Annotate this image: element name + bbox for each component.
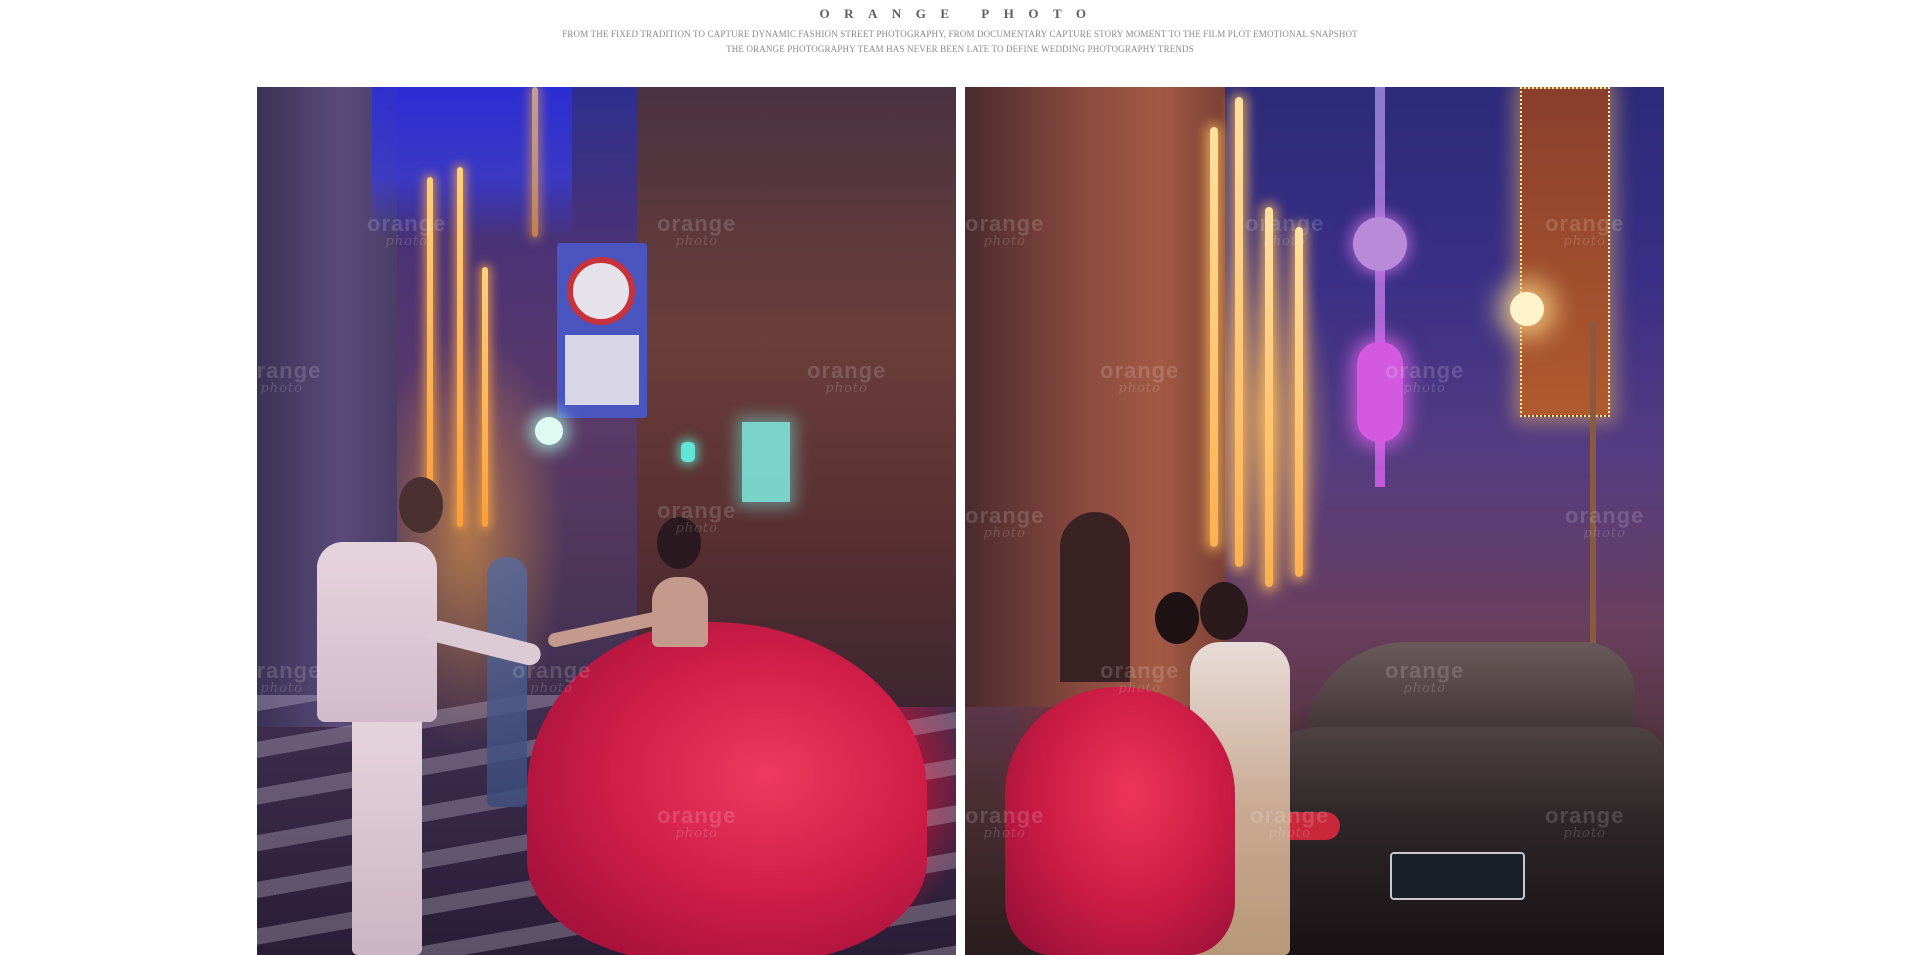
neon-light [1295,227,1303,577]
no-entry-sign [567,257,635,325]
watermark: orangephoto [657,498,737,537]
tagline-line-1: FROM THE FIXED TRADITION TO CAPTURE DYNA… [562,29,1358,39]
watermark: orangephoto [257,658,322,697]
watermark: orangephoto [1250,803,1330,842]
watermark: orangephoto [512,658,592,697]
watermark: orangephoto [1545,211,1625,250]
watermark: orangephoto [367,211,447,250]
neon-light [532,87,538,237]
watermark: orangephoto [965,211,1045,250]
tagline-line-2: THE ORANGE PHOTOGRAPHY TEAM HAS NEVER BE… [726,44,1194,54]
street-sign-text-panel [565,335,639,405]
pedestrian-signal [681,442,695,462]
groom-head [1200,582,1248,640]
neon-light [457,167,463,527]
groom-head [399,477,443,533]
watermark: orangephoto [657,211,737,250]
watermark: orangephoto [1385,358,1465,397]
watermark: orangephoto [807,358,887,397]
watermark: orangephoto [965,803,1045,842]
watermark: orangephoto [257,358,322,397]
traffic-light [535,417,563,445]
tv-tower-upper-sphere [1353,217,1407,271]
neon-light [1235,97,1243,567]
brand-title: ORANGE PHOTO [819,6,1101,21]
watermark: orangephoto [657,803,737,842]
gallery-photo-right[interactable]: orange photo orange photo orange photo oran… [965,87,1664,955]
watermark: orangephoto [1385,658,1465,697]
building-archway [1060,512,1130,682]
watermark: orangephoto [1100,358,1180,397]
street-lamp [1510,292,1544,326]
lit-window [742,422,790,502]
groom-legs [352,717,422,955]
neon-billboard [1520,87,1610,417]
watermark: orangephoto [1545,803,1625,842]
neon-light [1210,127,1218,547]
watermark: orangephoto [965,503,1045,542]
bride-back [652,577,708,647]
watermark: orangephoto [1245,211,1325,250]
bride-head [1155,592,1199,644]
license-plate [1390,852,1525,900]
groom-jacket [317,542,437,722]
watermark: orangephoto [1565,503,1645,542]
neon-light [482,267,488,527]
gallery-photo-left[interactable]: orangephoto orangephoto orangephoto oran… [257,87,956,955]
watermark: orangephoto [1100,658,1180,697]
neon-light [1265,207,1273,587]
